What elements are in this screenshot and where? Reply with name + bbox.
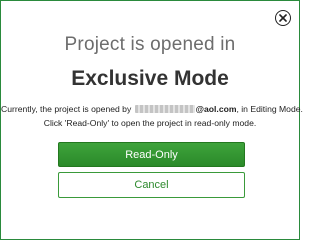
dialog-subtitle: Exclusive Mode (71, 67, 229, 90)
redacted-username (134, 105, 195, 113)
message-suffix: , in Editing Mode. (236, 104, 303, 114)
cancel-button[interactable]: Cancel (58, 172, 245, 198)
dialog-message: Currently, the project is opened by @aol… (1, 102, 303, 130)
message-line2: Click 'Read-Only' to open the project in… (43, 118, 257, 128)
email-domain: @aol.com (195, 104, 237, 114)
read-only-button[interactable]: Read-Only (58, 142, 245, 167)
exclusive-mode-dialog: Project is opened in Exclusive Mode Curr… (0, 0, 303, 240)
message-prefix: Currently, the project is opened by (1, 104, 132, 114)
dialog-title: Project is opened in (64, 34, 236, 55)
close-icon[interactable] (275, 10, 291, 26)
